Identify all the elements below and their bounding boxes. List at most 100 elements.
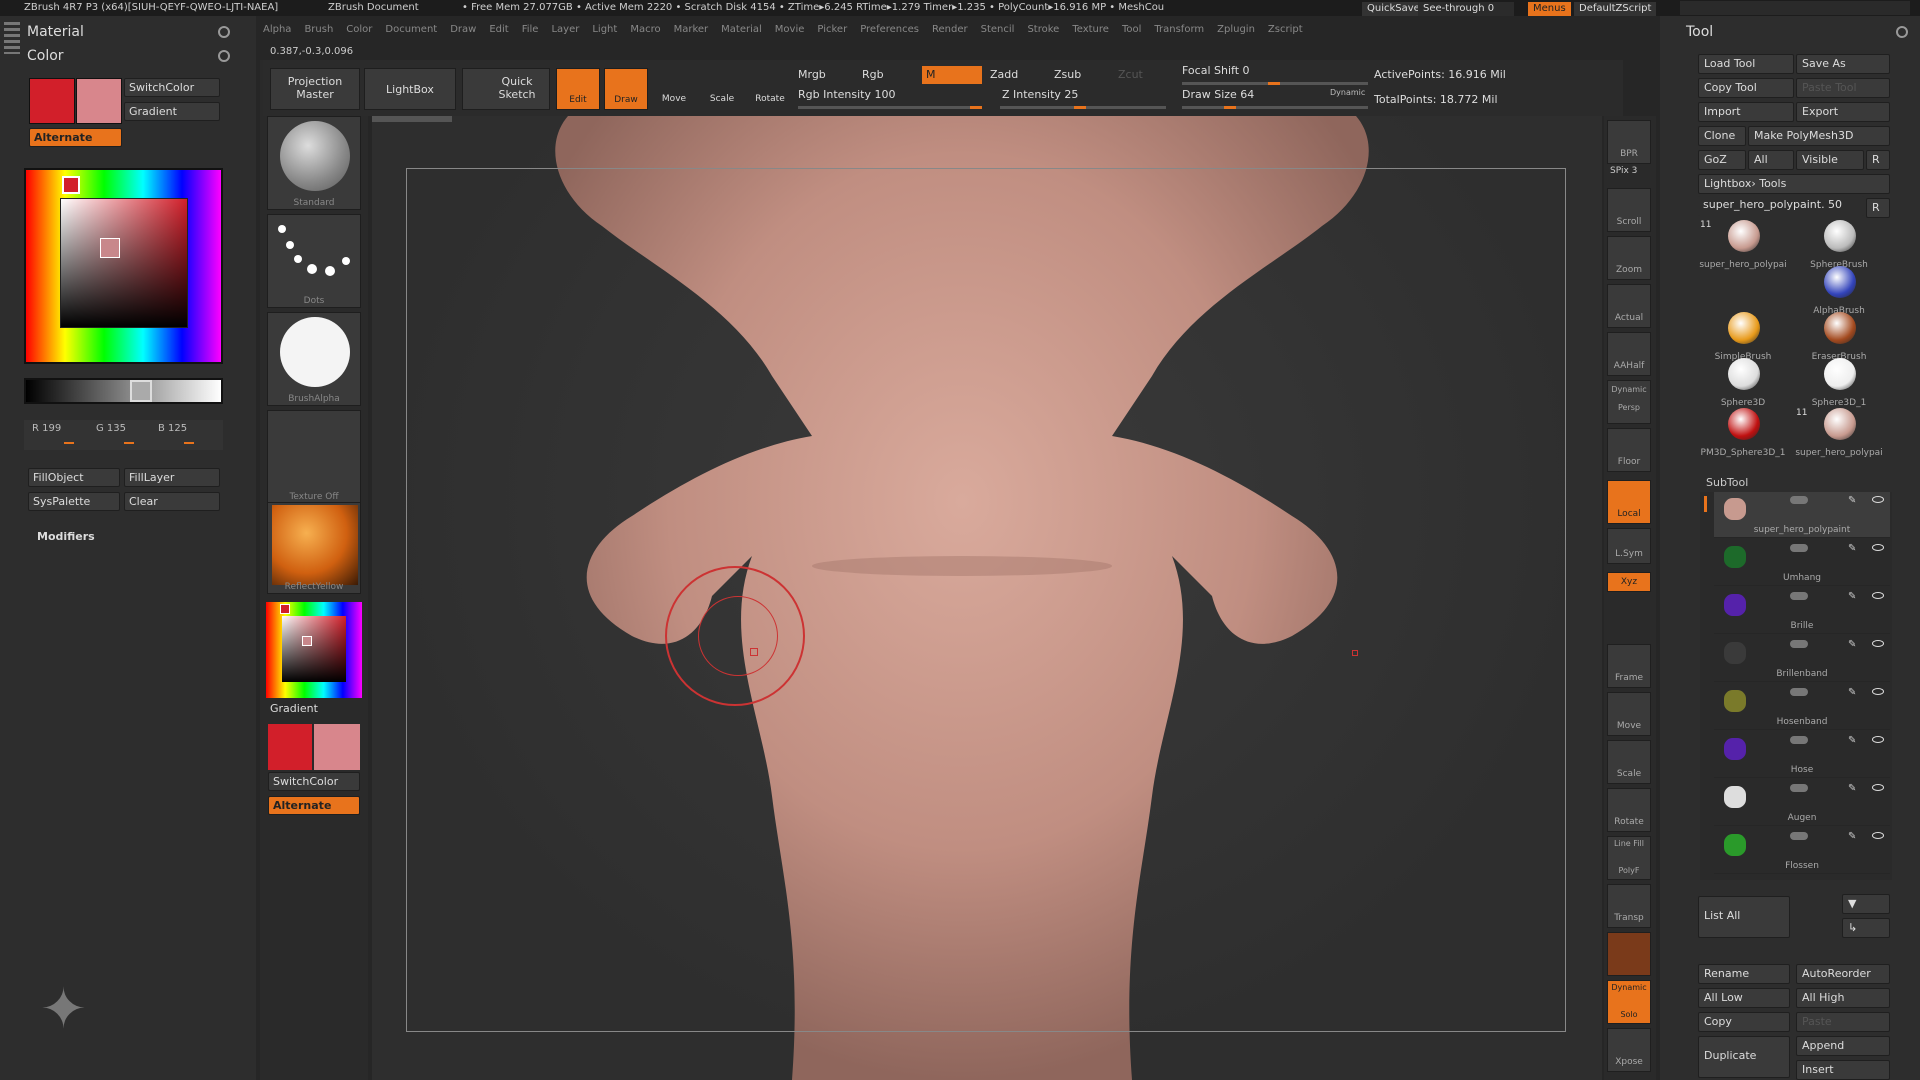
mini-alternate-button[interactable]: Alternate	[268, 796, 360, 815]
move-button[interactable]: Move	[652, 68, 696, 110]
subtool-row[interactable]: ✎ Brillenband	[1714, 636, 1890, 682]
subtool-row[interactable]: ✎ Hose	[1714, 732, 1890, 778]
mini-sv-picker[interactable]	[282, 616, 346, 682]
zsub-button[interactable]: Zsub	[1054, 68, 1081, 81]
mini-secondary-swatch[interactable]	[314, 724, 360, 770]
floor-button[interactable]: Floor	[1607, 428, 1651, 472]
spix-slider[interactable]: SPix 3	[1610, 166, 1637, 176]
menu-item[interactable]: Marker	[674, 24, 709, 35]
menu-item[interactable]: Stroke	[1027, 24, 1059, 35]
goz-all-button[interactable]: All	[1748, 150, 1794, 170]
export-button[interactable]: Export	[1796, 102, 1890, 122]
zadd-button[interactable]: Zadd	[990, 68, 1018, 81]
dots-stroke-tile[interactable]: Dots	[267, 214, 361, 308]
all-high-button[interactable]: All High	[1796, 988, 1890, 1008]
goz-button[interactable]: GoZ	[1698, 150, 1746, 170]
subtool-row[interactable]: ✎ Brille	[1714, 588, 1890, 634]
projection-master-button[interactable]: Projection Master	[270, 68, 360, 110]
persp-button[interactable]: Dynamic Persp	[1607, 380, 1651, 424]
grayscale-bar[interactable]	[24, 378, 223, 404]
menu-item[interactable]: Color	[346, 24, 372, 35]
z-intensity-label[interactable]: Z Intensity 25	[1002, 88, 1078, 101]
tool-thumbnail[interactable]: SimpleBrush	[1698, 312, 1788, 362]
subtool-toggle[interactable]	[1790, 640, 1808, 648]
solo-button[interactable]: Dynamic Solo	[1607, 980, 1651, 1024]
draw-size-label[interactable]: Draw Size 64	[1182, 88, 1254, 101]
autoreorder-button[interactable]: AutoReorder	[1796, 964, 1890, 984]
subtool-toggle[interactable]	[1790, 784, 1808, 792]
zoom-button[interactable]: Zoom	[1607, 236, 1651, 280]
saturation-value-picker[interactable]	[60, 198, 188, 328]
menu-item[interactable]: Picker	[817, 24, 847, 35]
refresh-icon[interactable]	[1896, 26, 1908, 38]
menu-item[interactable]: Edit	[489, 24, 508, 35]
brushalpha-tile[interactable]: BrushAlpha	[267, 312, 361, 406]
menu-item[interactable]: Document	[385, 24, 437, 35]
subtool-toggle[interactable]	[1790, 544, 1808, 552]
texture-tile[interactable]: Texture Off	[267, 410, 361, 504]
dynamic-label[interactable]: Dynamic	[1330, 88, 1365, 97]
brush-icon[interactable]: ✎	[1848, 639, 1856, 650]
move-down-button[interactable]: ▼	[1842, 894, 1890, 914]
move-bottom-button[interactable]: ↳	[1842, 918, 1890, 938]
mrgb-button[interactable]: Mrgb	[798, 68, 826, 81]
current-tool-slider[interactable]: super_hero_polypaint. 50	[1698, 196, 1864, 216]
menu-item[interactable]: Macro	[630, 24, 660, 35]
quick-sketch-button[interactable]: Quick Sketch	[462, 68, 550, 110]
clear-button[interactable]: Clear	[124, 492, 220, 511]
brush-icon[interactable]: ✎	[1848, 495, 1856, 506]
visibility-eye-icon[interactable]	[1872, 832, 1884, 839]
subtool-row[interactable]: ✎ Umhang	[1714, 540, 1890, 586]
aahalf-button[interactable]: AAHalf	[1607, 332, 1651, 376]
tool-thumbnail[interactable]: super_hero_polypai 11	[1698, 220, 1788, 270]
insert-button[interactable]: Insert	[1796, 1060, 1890, 1080]
subtool-row[interactable]: ✎ Flossen	[1714, 828, 1890, 874]
tool-thumbnail[interactable]: Sphere3D	[1698, 358, 1788, 408]
menu-item[interactable]: File	[522, 24, 539, 35]
grayscale-marker[interactable]	[130, 380, 152, 402]
menu-item[interactable]: Transform	[1154, 24, 1204, 35]
focal-shift-label[interactable]: Focal Shift 0	[1182, 64, 1250, 77]
material-tile[interactable]: ReflectYellow	[267, 502, 361, 594]
subtool-row[interactable]: ✎ Hosenband	[1714, 684, 1890, 730]
visibility-eye-icon[interactable]	[1872, 640, 1884, 647]
brush-icon[interactable]: ✎	[1848, 831, 1856, 842]
menu-item[interactable]: Layer	[551, 24, 579, 35]
menu-item[interactable]: Draw	[450, 24, 476, 35]
zcut-button[interactable]: Zcut	[1118, 68, 1143, 81]
lightbox-button[interactable]: LightBox	[364, 68, 456, 110]
menu-item[interactable]: Brush	[304, 24, 333, 35]
local-button[interactable]: Local	[1607, 480, 1651, 524]
mini-switchcolor-button[interactable]: SwitchColor	[268, 772, 360, 791]
current-tool-r-button[interactable]: R	[1866, 198, 1890, 218]
menu-item[interactable]: Stencil	[981, 24, 1015, 35]
zscript-button[interactable]: DefaultZScript	[1574, 2, 1657, 16]
tool-title[interactable]: Tool	[1686, 24, 1713, 40]
all-low-button[interactable]: All Low	[1698, 988, 1790, 1008]
copy-button[interactable]: Copy	[1698, 1012, 1790, 1032]
list-all-button[interactable]: List All	[1698, 896, 1790, 938]
menu-item[interactable]: Movie	[775, 24, 805, 35]
tool-thumbnail[interactable]: PM3D_Sphere3D_1	[1698, 408, 1788, 458]
modifiers-label[interactable]: Modifiers	[37, 530, 95, 543]
subtool-toggle[interactable]	[1790, 832, 1808, 840]
copy-tool-button[interactable]: Copy Tool	[1698, 78, 1794, 98]
mini-color-picker[interactable]	[266, 602, 362, 698]
frame-button[interactable]: Frame	[1607, 644, 1651, 688]
visibility-eye-icon[interactable]	[1872, 544, 1884, 551]
switchcolor-button[interactable]: SwitchColor	[124, 78, 220, 97]
menu-item[interactable]: Preferences	[860, 24, 919, 35]
lsym-button[interactable]: L.Sym	[1607, 528, 1651, 564]
rotate-view-button[interactable]: Rotate	[1607, 788, 1651, 832]
subtool-row[interactable]: ✎ Augen	[1714, 780, 1890, 826]
syspalette-button[interactable]: SysPalette	[28, 492, 120, 511]
fillobject-button[interactable]: FillObject	[28, 468, 120, 487]
brush-icon[interactable]: ✎	[1848, 687, 1856, 698]
scale-button[interactable]: Scale	[700, 68, 744, 110]
menu-item[interactable]: Zscript	[1268, 24, 1303, 35]
menu-item[interactable]: Render	[932, 24, 968, 35]
tool-thumbnail[interactable]: AlphaBrush	[1794, 266, 1884, 316]
import-button[interactable]: Import	[1698, 102, 1794, 122]
visibility-eye-icon[interactable]	[1872, 784, 1884, 791]
subtool-toggle[interactable]	[1790, 496, 1808, 504]
